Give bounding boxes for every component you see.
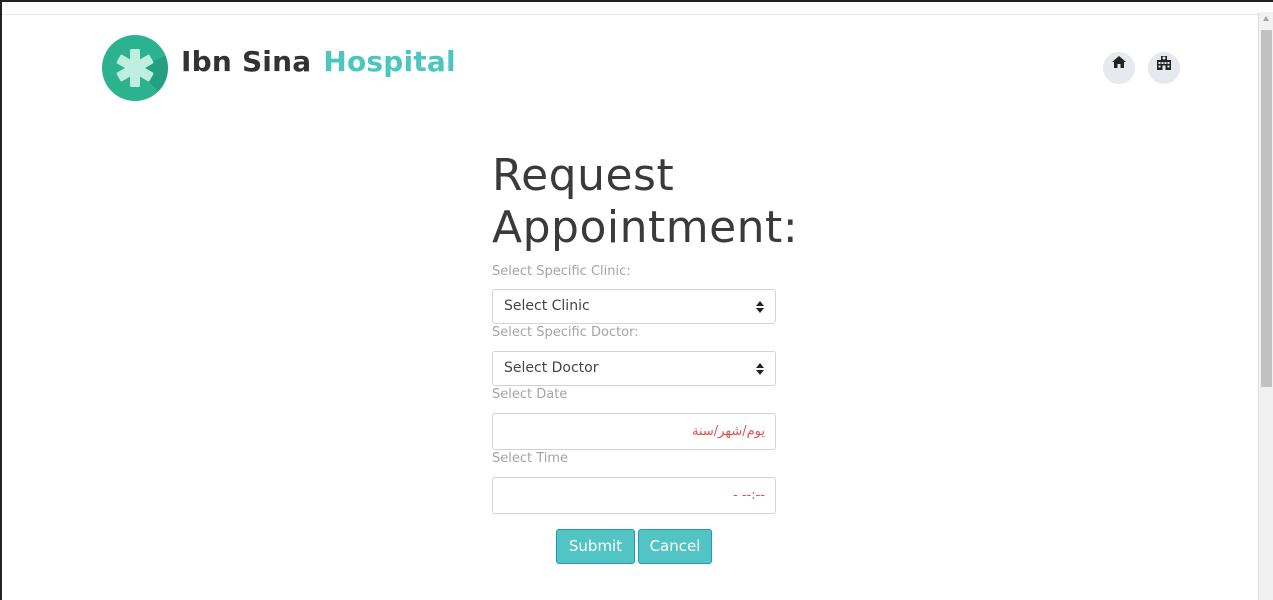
vertical-scrollbar[interactable] bbox=[1258, 12, 1273, 600]
home-button[interactable] bbox=[1103, 52, 1135, 84]
scroll-thumb[interactable] bbox=[1261, 30, 1272, 387]
scroll-up-arrow-icon[interactable] bbox=[1263, 16, 1269, 21]
doctor-select-value: Select Doctor bbox=[504, 360, 599, 376]
page-title: Request Appointment: bbox=[492, 150, 892, 254]
title-line-2: Appointment: bbox=[492, 202, 799, 253]
clinic-label: Select Specific Clinic: bbox=[492, 264, 631, 279]
cancel-button[interactable]: Cancel bbox=[638, 529, 712, 564]
home-icon bbox=[1112, 56, 1126, 68]
doctor-select[interactable]: Select Doctor bbox=[492, 351, 776, 386]
title-line-1: Request bbox=[492, 150, 675, 201]
date-label: Select Date bbox=[492, 387, 568, 402]
brand-name-primary: Ibn Sina bbox=[181, 45, 312, 78]
submit-button[interactable]: Submit bbox=[556, 529, 635, 564]
site-brand[interactable]: Ibn Sina Hospital bbox=[181, 45, 456, 85]
sort-arrows-icon bbox=[756, 301, 764, 313]
brand-name-secondary: Hospital bbox=[323, 45, 456, 78]
clinic-select[interactable]: Select Clinic bbox=[492, 289, 776, 324]
sort-arrows-icon bbox=[756, 363, 764, 375]
time-placeholder: --:-- - bbox=[733, 488, 765, 503]
doctor-label: Select Specific Doctor: bbox=[492, 325, 639, 340]
date-placeholder: يوم/شهر/سنة bbox=[692, 424, 765, 439]
star-of-life-icon[interactable] bbox=[102, 35, 168, 101]
hospital-icon bbox=[1157, 56, 1171, 70]
time-label: Select Time bbox=[492, 451, 569, 466]
time-input[interactable]: --:-- - bbox=[492, 477, 776, 514]
clinic-select-value: Select Clinic bbox=[504, 298, 590, 314]
date-input[interactable]: يوم/شهر/سنة bbox=[492, 413, 776, 450]
hospital-button[interactable] bbox=[1148, 52, 1180, 84]
